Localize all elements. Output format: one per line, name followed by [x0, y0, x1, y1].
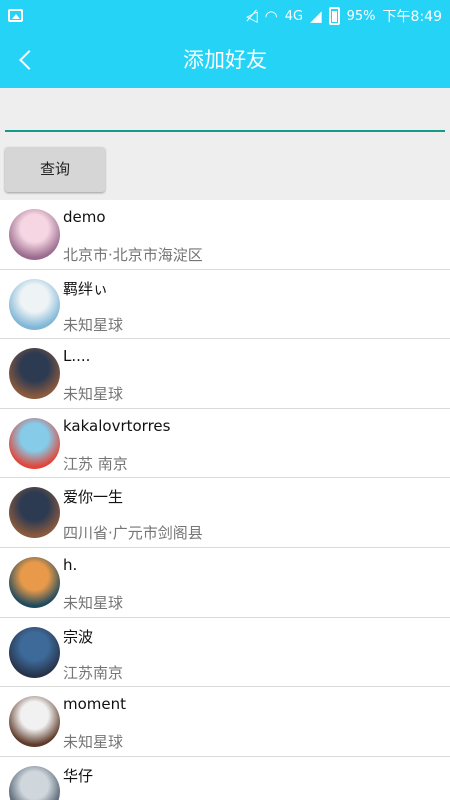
user-location: 未知星球 — [63, 593, 124, 612]
user-list-item[interactable]: 华仔 — [0, 757, 450, 800]
chevron-left-icon — [19, 50, 39, 70]
search-input[interactable] — [5, 102, 445, 132]
page-title: 添加好友 — [183, 48, 267, 72]
user-name: 华仔 — [63, 766, 94, 785]
query-button[interactable]: 查询 — [5, 147, 105, 192]
user-list-item[interactable]: moment 未知星球 — [0, 687, 450, 757]
status-icons: ◁̸ ◠ 4G ◢ 95% 下午8:49 — [246, 0, 442, 32]
user-name: kakalovrtorres — [63, 416, 171, 435]
avatar — [9, 417, 60, 469]
user-name: demo — [63, 208, 106, 226]
search-area: 查询 — [0, 88, 450, 200]
user-location: 四川省·广元市剑阁县 — [63, 524, 203, 543]
avatar — [9, 696, 60, 748]
signal-icon: ◢ — [310, 6, 322, 25]
avatar — [9, 278, 60, 330]
user-location: 北京市·北京市海淀区 — [63, 246, 203, 264]
network-label: 4G — [284, 8, 304, 24]
user-location: 江苏 南京 — [63, 454, 128, 473]
user-location: 未知星球 — [63, 733, 124, 752]
user-list-item[interactable]: 羁绊ぃ 未知星球 — [0, 270, 450, 340]
user-list-item[interactable]: 爱你一生四川省·广元市剑阁县 — [0, 478, 450, 548]
user-name: 爱你一生 — [63, 488, 124, 507]
avatar — [9, 556, 60, 608]
user-name: 羁绊ぃ — [63, 279, 109, 298]
status-bar: ◁̸ ◠ 4G ◢ 95% 下午8:49 — [0, 0, 450, 32]
mute-icon: ◁̸ — [246, 6, 258, 25]
user-name: L.... — [63, 347, 91, 366]
avatar — [9, 348, 60, 400]
battery-icon — [328, 7, 340, 25]
user-name: h. — [63, 555, 78, 574]
user-location: 江苏南京 — [63, 663, 124, 682]
user-list-item[interactable]: h. 未知星球 — [0, 548, 450, 618]
user-location: 未知星球 — [63, 315, 124, 334]
back-button[interactable] — [6, 40, 46, 80]
avatar — [9, 626, 60, 678]
app-bar: 添加好友 — [0, 32, 450, 88]
clock: 下午8:49 — [382, 9, 442, 25]
wifi-icon: ◠ — [264, 6, 278, 25]
user-list-item[interactable]: L.... 未知星球 — [0, 339, 450, 409]
avatar — [9, 765, 60, 800]
avatar — [9, 487, 60, 539]
user-name: moment — [63, 695, 127, 714]
user-location: 未知星球 — [63, 385, 124, 404]
image-notification-icon — [8, 9, 23, 22]
user-list-item[interactable]: kakalovrtorres 江苏 南京 — [0, 409, 450, 479]
user-list-item[interactable]: 宗波 江苏南京 — [0, 618, 450, 688]
avatar — [9, 209, 60, 260]
user-list-item[interactable]: demo 北京市·北京市海淀区 — [0, 200, 450, 270]
battery-percent: 95% — [346, 8, 376, 24]
user-name: 宗波 — [63, 627, 94, 646]
user-list: demo 北京市·北京市海淀区 羁绊ぃ未知星球 L.... 未知星球 kakalovrto… — [0, 200, 450, 800]
